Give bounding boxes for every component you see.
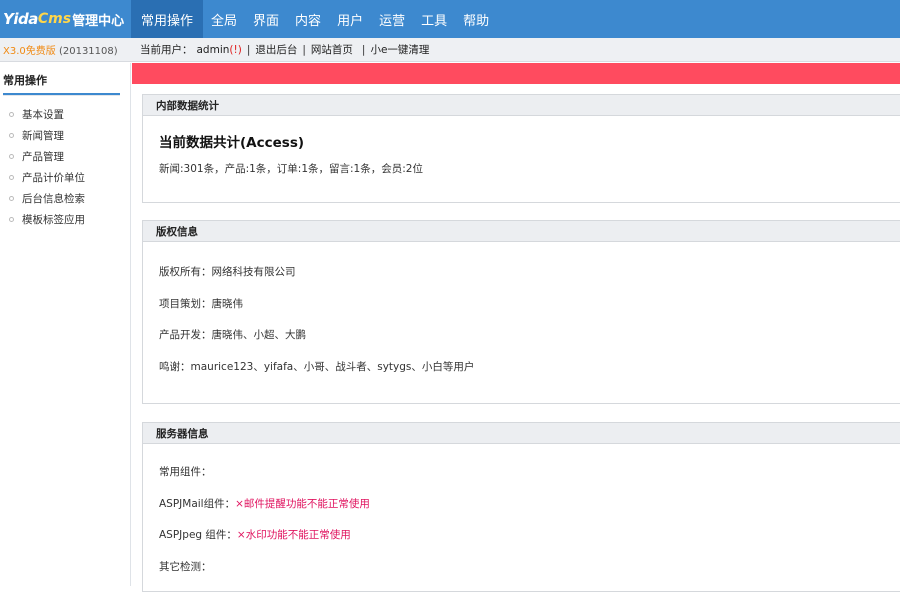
bullet-icon <box>9 196 14 201</box>
component-name: ASPJpeg 组件： <box>159 529 237 542</box>
copyright-owner: 版权所有：网络科技有限公司 <box>159 266 296 279</box>
sidebar-item-admin-search[interactable]: 后台信息检索 <box>0 188 130 209</box>
nav-tab-global[interactable]: 全局 <box>203 0 245 38</box>
sidebar-item-product-management[interactable]: 产品管理 <box>0 146 130 167</box>
user-status-line: 当前用户： admin (!) | 退出后台 | 网站首页 | 小e一键清理 <box>131 42 429 57</box>
stats-summary: 新闻:301条，产品:1条，订单:1条，留言:1条，会员:2位 <box>159 163 423 175</box>
panel-header: 服务器信息 <box>143 423 900 444</box>
panel-header: 版权信息 <box>143 221 900 242</box>
sidebar-item-template-tags[interactable]: 模板标签应用 <box>0 209 130 230</box>
nav-tab-common-operations[interactable]: 常用操作 <box>131 0 204 38</box>
panel-body: 当前数据共计(Access) 新闻:301条，产品:1条，订单:1条，留言:1条… <box>143 131 900 176</box>
component-row-aspjmail: ASPJMail组件： ×邮件提醒功能不能正常使用 <box>159 488 900 520</box>
top-navbar: Yida Cms 管理中心 常用操作 全局 界面 内容 用户 运营 工具 帮助 <box>0 0 900 38</box>
panel-header: 内部数据统计 <box>143 95 900 116</box>
alert-bar <box>132 63 900 84</box>
component-status-error: ×邮件提醒功能不能正常使用 <box>235 497 370 510</box>
nav-tab-users[interactable]: 用户 <box>329 0 371 38</box>
version-info: X3.0免费版 (20131108) <box>0 42 131 57</box>
sidebar-item-news-management[interactable]: 新闻管理 <box>0 125 130 146</box>
version-date: (20131108) <box>58 46 118 57</box>
component-name: ASPJMail组件： <box>159 497 236 510</box>
info-bar: X3.0免费版 (20131108) 当前用户： admin (!) | 退出后台… <box>0 38 900 62</box>
stats-title: 当前数据共计(Access) <box>159 135 305 151</box>
project-planner: 项目策划：唐晓伟 <box>159 297 243 310</box>
logo-text-cms: Cms <box>37 11 72 27</box>
component-row-aspjpeg: ASPJpeg 组件： ×水印功能不能正常使用 <box>159 519 900 551</box>
server-panel: 服务器信息 常用组件： ASPJMail组件： ×邮件提醒功能不能正常使用 AS… <box>142 422 900 592</box>
divider: | <box>361 43 366 56</box>
bullet-icon <box>9 112 14 117</box>
panel-body: 版权所有：网络科技有限公司 项目策划：唐晓伟 产品开发：唐晓伟、小超、大鹏 鸣谢… <box>143 242 900 382</box>
copyright-panel: 版权信息 版权所有：网络科技有限公司 项目策划：唐晓伟 产品开发：唐晓伟、小超、… <box>142 220 900 404</box>
product-developers: 产品开发：唐晓伟、小超、大鹏 <box>159 329 306 342</box>
common-components-label: 常用组件： <box>159 466 212 479</box>
nav-tab-tools[interactable]: 工具 <box>413 0 455 38</box>
bullet-icon <box>9 217 14 222</box>
divider: | <box>302 43 306 56</box>
sidebar: 常用操作 基本设置 新闻管理 产品管理 产品计价单位 后台信息检索 模板标签应用 <box>0 63 131 586</box>
quick-clean-link[interactable]: 小e一键清理 <box>370 42 429 57</box>
logo-text-admin-center: 管理中心 <box>72 13 125 29</box>
main-content: 内部数据统计 当前数据共计(Access) 新闻:301条，产品:1条，订单:1… <box>132 63 900 592</box>
sidebar-item-label: 模板标签应用 <box>22 214 85 226</box>
user-warning-badge[interactable]: (!) <box>229 44 241 56</box>
current-username: admin <box>196 43 230 56</box>
sidebar-title: 常用操作 <box>3 74 47 87</box>
component-status-error: ×水印功能不能正常使用 <box>236 529 351 542</box>
bullet-icon <box>9 154 14 159</box>
sidebar-item-label: 后台信息检索 <box>22 193 85 205</box>
nav-tab-content[interactable]: 内容 <box>287 0 329 38</box>
panel-body: 常用组件： ASPJMail组件： ×邮件提醒功能不能正常使用 ASPJpeg … <box>143 444 900 582</box>
sidebar-item-label: 基本设置 <box>22 109 64 121</box>
logo-text-yida: Yida <box>3 10 38 28</box>
version-tag: X3.0免费版 <box>3 46 56 57</box>
main-nav: 常用操作 全局 界面 内容 用户 运营 工具 帮助 <box>131 0 497 38</box>
app-logo[interactable]: Yida Cms 管理中心 <box>0 0 131 38</box>
other-checks-label: 其它检测： <box>159 560 212 573</box>
logout-link[interactable]: 退出后台 <box>255 42 297 57</box>
sidebar-item-label: 新闻管理 <box>22 130 64 142</box>
sidebar-item-basic-settings[interactable]: 基本设置 <box>0 104 130 125</box>
nav-tab-interface[interactable]: 界面 <box>245 0 287 38</box>
site-home-link[interactable]: 网站首页 <box>311 42 353 57</box>
sidebar-item-label: 产品管理 <box>22 151 64 163</box>
stats-panel: 内部数据统计 当前数据共计(Access) 新闻:301条，产品:1条，订单:1… <box>142 94 900 203</box>
nav-tab-help[interactable]: 帮助 <box>455 0 497 38</box>
nav-tab-operations[interactable]: 运营 <box>371 0 413 38</box>
bullet-icon <box>9 175 14 180</box>
divider: | <box>246 43 251 56</box>
current-user-label: 当前用户： <box>140 44 193 56</box>
acknowledgements: 鸣谢：maurice123、yifafa、小哥、战斗者、sytygs、小白等用户 <box>159 360 475 373</box>
sidebar-item-label: 产品计价单位 <box>22 172 85 184</box>
bullet-icon <box>9 133 14 138</box>
sidebar-item-product-pricing-unit[interactable]: 产品计价单位 <box>0 167 130 188</box>
sidebar-menu: 基本设置 新闻管理 产品管理 产品计价单位 后台信息检索 模板标签应用 <box>0 95 130 230</box>
sidebar-title-underline <box>3 93 120 96</box>
